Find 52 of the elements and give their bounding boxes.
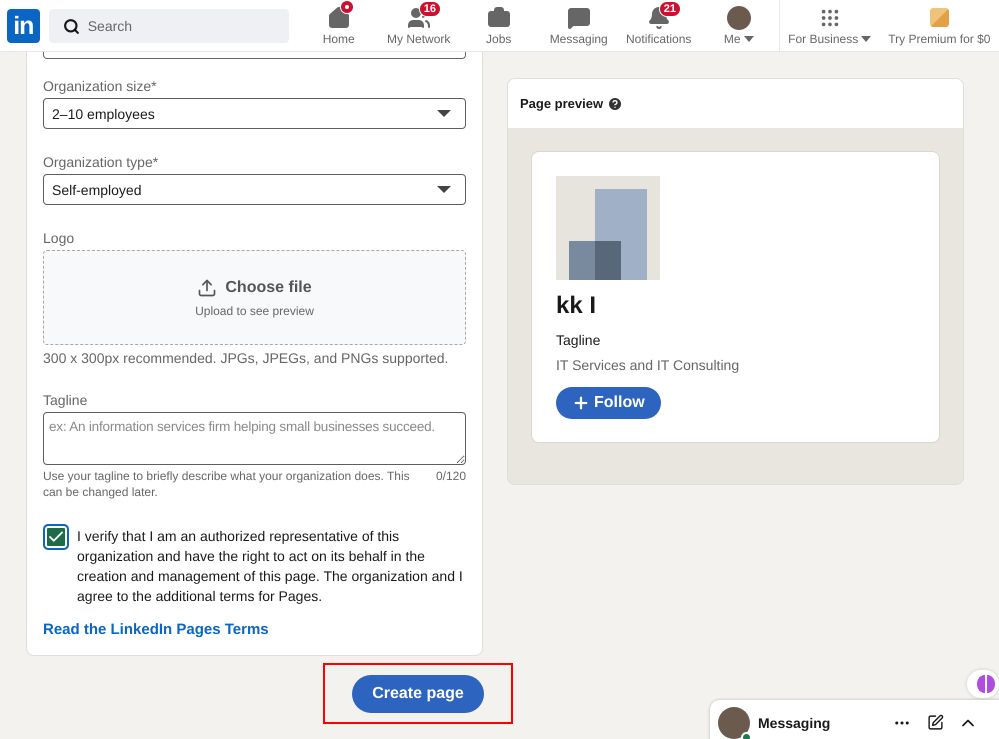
for-business-link[interactable]: For Business (780, 6, 880, 46)
verify-text: I verify that I am an authorized representative of this organization and have the right to act on its behalf in the creation and management of this page. The organization and I agree to the additional terms for Pages. (77, 527, 464, 606)
create-page-button[interactable]: Create page (352, 674, 484, 712)
help-text: Use your tagline to briefly describe what your organization does. This can be changed later. (43, 468, 411, 500)
terms-link[interactable]: Read the LinkedIn Pages Terms (43, 621, 269, 638)
assistant-button[interactable] (967, 670, 999, 698)
nav-notifications-link[interactable]: 21 Notifications (618, 0, 699, 51)
choose-file-label: Choose file (225, 278, 312, 296)
nav-network-link[interactable]: 16 My Network (378, 0, 459, 51)
avatar-icon (726, 6, 751, 30)
caret-icon (437, 110, 451, 117)
field-label: Organization size* (43, 78, 158, 94)
follow-button[interactable]: Follow (556, 387, 661, 419)
search-field[interactable]: Search (48, 8, 289, 42)
upload-hint: Upload to see preview (195, 304, 314, 318)
field-label: Tagline (43, 392, 88, 408)
caret-icon (437, 186, 451, 193)
input-field[interactable] (43, 52, 466, 59)
premium-icon (930, 8, 949, 27)
select-field[interactable]: 2–10 employees (43, 98, 466, 129)
caret-icon (744, 36, 754, 42)
checkbox[interactable] (43, 524, 69, 550)
notification-badge: 21 (658, 0, 681, 16)
upload-area[interactable]: Choose file Upload to see preview (43, 250, 466, 345)
help-icon[interactable] (607, 96, 624, 112)
messaging-bar[interactable]: Messaging (710, 700, 999, 739)
logo-note: 300 x 300px recommended. JPGs, JPEGs, and PNGs supported. (43, 350, 450, 366)
home-icon (326, 6, 351, 30)
field-label: Logo (43, 230, 76, 246)
jobs-icon (486, 6, 511, 30)
upload-icon (197, 278, 218, 298)
messaging-icon (566, 6, 591, 30)
premium-link[interactable]: Try Premium for $0 (880, 6, 999, 46)
notification-badge: 16 (418, 0, 441, 16)
search-icon (62, 18, 80, 34)
caret-icon (861, 36, 872, 42)
field-label: Organization type* (43, 154, 160, 170)
nav-home-link[interactable]: Home (298, 0, 379, 51)
page-tagline: Tagline (556, 332, 600, 348)
preview-title: Page preview (520, 96, 604, 111)
compose-icon[interactable] (927, 714, 944, 731)
character-counter: 0/120 (436, 468, 466, 485)
page-industry: IT Services and IT Consulting (556, 357, 740, 373)
linkedin-logo[interactable]: in (7, 8, 40, 42)
tagline-field[interactable]: ex: An information services firm helping small businesses succeed. (43, 412, 466, 465)
messaging-title: Messaging (758, 714, 832, 730)
page-name: kk I (556, 292, 596, 320)
select-field[interactable]: Self-employed (43, 174, 466, 205)
plus-icon (572, 394, 590, 412)
nav-messaging-link[interactable]: Messaging (538, 0, 619, 51)
nav-jobs-link[interactable]: Jobs (458, 0, 539, 51)
nav-me-link[interactable]: Me (698, 0, 779, 51)
